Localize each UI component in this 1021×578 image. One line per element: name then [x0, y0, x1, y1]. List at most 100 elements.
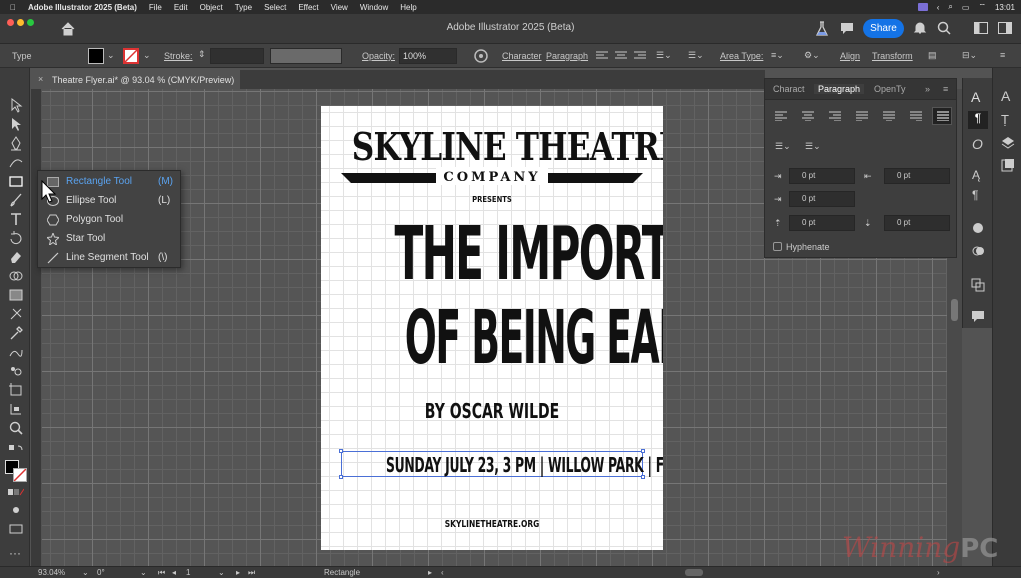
pathfinder-icon[interactable]	[971, 278, 985, 292]
area-type-options-icon[interactable]: ≡⌄	[771, 50, 784, 61]
menu-type[interactable]: Type	[235, 3, 252, 12]
search-icon[interactable]	[937, 21, 951, 35]
scroll-right-icon[interactable]: ›	[937, 568, 940, 577]
chevron-down-icon[interactable]: ⌄	[107, 50, 115, 61]
stroke-swatch[interactable]	[123, 48, 139, 64]
type-tool-icon[interactable]	[8, 211, 24, 227]
next-artboard-icon[interactable]: ▸	[236, 568, 240, 577]
color-mode-icons[interactable]	[8, 488, 24, 497]
poster-event-details[interactable]: SUNDAY JULY 23, 3 PM | WILLOW PARK | FRE…	[386, 453, 663, 477]
align-center-button[interactable]	[802, 111, 814, 121]
eraser-tool-icon[interactable]	[8, 249, 24, 265]
stroke-weight-field[interactable]	[210, 48, 264, 64]
wifi-icon[interactable]: ⌔	[978, 2, 986, 12]
panel-menu-icon[interactable]: ≡	[943, 84, 948, 94]
flyout-ellipse-tool[interactable]: Ellipse Tool (L)	[38, 191, 180, 210]
menu-effect[interactable]: Effect	[298, 3, 318, 12]
close-tab-icon[interactable]: ×	[38, 74, 43, 84]
bullets-icon[interactable]: ☰⌄	[656, 50, 672, 61]
paragraph-styles-icon[interactable]: ¶	[972, 188, 978, 202]
poster-presents[interactable]: PRESENTS	[347, 195, 638, 204]
bullets-list-icon[interactable]: ☰⌄	[775, 141, 791, 152]
selection-handle[interactable]	[339, 475, 343, 479]
align-center-icon[interactable]	[615, 51, 627, 61]
tab-character[interactable]: Charact	[773, 84, 805, 94]
app-menu[interactable]: Adobe Illustrator 2025 (Beta)	[28, 3, 137, 12]
menu-object[interactable]: Object	[200, 3, 223, 12]
mesh-tool-icon[interactable]	[8, 306, 24, 322]
layers-panel-icon[interactable]	[1001, 136, 1015, 150]
status-menu-icon[interactable]: ▸	[428, 568, 432, 577]
flask-icon[interactable]	[815, 21, 829, 37]
space-before-field[interactable]: 0 pt	[789, 215, 855, 231]
arrange-icon[interactable]: ⊟⌄	[962, 50, 977, 61]
character-link[interactable]: Character	[502, 51, 542, 61]
flyout-polygon-tool[interactable]: Polygon Tool	[38, 210, 180, 229]
first-line-indent-field[interactable]: 0 pt	[789, 191, 855, 207]
comment-icon[interactable]	[840, 22, 854, 35]
menu-view[interactable]: View	[331, 3, 348, 12]
previous-artboard-icon[interactable]: ◂	[172, 568, 176, 577]
properties-panel-icon[interactable]: A	[1001, 88, 1010, 104]
stroke-label[interactable]: Stroke:	[164, 51, 193, 61]
area-type-label[interactable]: Area Type:	[720, 51, 763, 61]
stroke-color-swatch[interactable]	[13, 468, 27, 482]
selection-handle[interactable]	[339, 449, 343, 453]
variable-width-profile[interactable]	[270, 48, 342, 64]
first-artboard-icon[interactable]: ⏮	[158, 568, 165, 578]
more-tools-icon[interactable]: ···	[9, 546, 21, 560]
poster-title-line2[interactable]: OF BEING EARNEST	[405, 298, 663, 378]
rectangle-tool-icon[interactable]	[8, 173, 24, 189]
brush-tool-icon[interactable]	[8, 192, 24, 208]
scroll-left-icon[interactable]: ‹	[441, 568, 444, 577]
menu-file[interactable]: File	[149, 3, 162, 12]
zoom-tool-icon[interactable]	[8, 420, 24, 436]
pen-tool-icon[interactable]	[8, 135, 24, 151]
stepper-icon[interactable]: ⇕	[198, 49, 206, 60]
space-after-field[interactable]: 0 pt	[884, 215, 950, 231]
rotation-value[interactable]: 0°	[97, 568, 105, 577]
artboard-number[interactable]: 1	[186, 568, 190, 577]
transform-link[interactable]: Transform	[872, 51, 913, 61]
control-center-icon[interactable]: ▭	[962, 3, 970, 12]
tab-paragraph[interactable]: Paragraph	[814, 84, 865, 94]
left-indent-field[interactable]: 0 pt	[789, 168, 855, 184]
screen-mode-icon[interactable]	[8, 521, 24, 537]
puppet-icon[interactable]: ⚙⌄	[804, 50, 820, 61]
libraries-panel-icon[interactable]	[1001, 158, 1015, 172]
chevron-left-icon[interactable]: ‹	[937, 3, 940, 12]
menu-help[interactable]: Help	[400, 3, 416, 12]
paragraph-panel-icon[interactable]: ¶	[968, 111, 988, 129]
align-right-button[interactable]	[829, 111, 841, 121]
type-panel-icon[interactable]: Ṭ	[1001, 112, 1009, 127]
clock[interactable]: 13:01	[995, 3, 1015, 12]
graphic-styles-icon[interactable]	[971, 244, 985, 258]
eyedropper-tool-icon[interactable]	[8, 325, 24, 341]
artboard[interactable]: SKYLINE THEATRE COMPANY PRESENTS THE IMP…	[321, 106, 663, 550]
blend-tool-icon[interactable]	[8, 344, 24, 360]
chevron-down-icon[interactable]: ⌄	[143, 50, 151, 61]
flyout-rectangle-tool[interactable]: Rectangle Tool (M)	[38, 172, 180, 191]
selection-tool-icon[interactable]	[8, 97, 24, 113]
justify-center-button[interactable]	[883, 111, 895, 121]
search-icon[interactable]: ⌕	[948, 2, 952, 12]
isolate-icon[interactable]: ▤	[928, 50, 937, 61]
drawing-mode-icon[interactable]	[8, 502, 24, 518]
opacity-field[interactable]: 100%	[399, 48, 457, 64]
panels-icon[interactable]	[998, 22, 1012, 34]
zoom-dropdown-icon[interactable]: ⌄	[82, 568, 89, 577]
rotate-tool-icon[interactable]	[8, 230, 24, 246]
hyphenate-checkbox[interactable]	[773, 242, 782, 251]
tab-opentype[interactable]: OpenTy	[874, 84, 906, 94]
align-link[interactable]: Align	[840, 51, 860, 61]
rotation-dropdown-icon[interactable]: ⌄	[140, 568, 147, 577]
justify-all-button[interactable]	[932, 107, 952, 125]
align-left-icon[interactable]	[596, 51, 608, 61]
collapse-panel-icon[interactable]: »	[925, 84, 930, 94]
zoom-level[interactable]: 93.04%	[38, 568, 65, 577]
menu-edit[interactable]: Edit	[174, 3, 188, 12]
appearance-panel-icon[interactable]	[971, 221, 985, 235]
swap-fill-stroke-icon[interactable]	[8, 444, 24, 454]
numbering-icon[interactable]: ☰⌄	[688, 50, 704, 61]
poster-org-subtitle[interactable]: COMPANY	[321, 170, 663, 185]
